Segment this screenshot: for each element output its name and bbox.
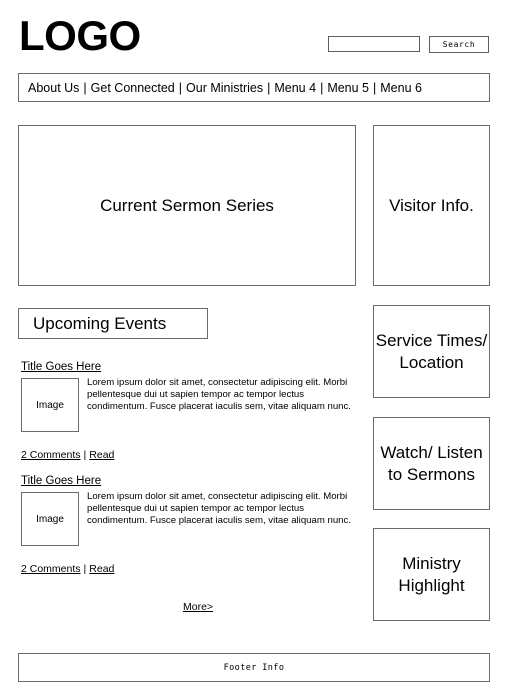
site-logo[interactable]: LOGO	[19, 13, 141, 59]
main-navigation: About Us | Get Connected | Our Ministrie…	[18, 73, 490, 102]
search-button[interactable]: Search	[429, 36, 489, 53]
nav-item-menu-5[interactable]: Menu 5	[327, 81, 369, 95]
article-body: Image Lorem ipsum dolor sit amet, consec…	[21, 377, 362, 434]
article-read-link[interactable]: Read	[89, 449, 114, 461]
current-sermon-series-banner[interactable]: Current Sermon Series	[18, 125, 356, 286]
article-thumbnail[interactable]: Image	[21, 492, 79, 546]
more-link[interactable]: More>	[183, 601, 213, 614]
nav-item-menu-6[interactable]: Menu 6	[380, 81, 422, 95]
article-comments-link[interactable]: 2 Comments	[21, 563, 81, 575]
article-read-link[interactable]: Read	[89, 563, 114, 575]
nav-separator: |	[373, 80, 377, 95]
nav-item-our-ministries[interactable]: Our Ministries	[186, 81, 263, 95]
upcoming-events-label: Upcoming Events	[33, 313, 167, 333]
sidebar-box-label: Watch/ Listen to Sermons	[380, 442, 483, 484]
wireframe-page: LOGO Search About Us | Get Connected | O…	[0, 0, 519, 684]
nav-separator: |	[267, 80, 271, 95]
article-excerpt: Lorem ipsum dolor sit amet, consectetur …	[87, 377, 351, 413]
article-meta: 2 Comments | Read	[21, 563, 114, 576]
sidebar-box-watch-listen-sermons[interactable]: Watch/ Listen to Sermons	[373, 417, 490, 510]
article-title-link[interactable]: Title Goes Here	[21, 360, 101, 374]
sidebar-box-ministry-highlight[interactable]: Ministry Highlight	[373, 528, 490, 621]
sidebar-box-label: Ministry Highlight	[398, 553, 465, 595]
footer: Footer Info	[18, 653, 490, 682]
nav-item-get-connected[interactable]: Get Connected	[91, 81, 175, 95]
nav-item-about-us[interactable]: About Us	[28, 81, 79, 95]
nav-items: About Us | Get Connected | Our Ministrie…	[28, 74, 422, 101]
article-thumbnail[interactable]: Image	[21, 378, 79, 432]
search-input[interactable]	[328, 36, 420, 52]
sidebar-box-label: Service Times/ Location	[375, 330, 488, 372]
article-comments-link[interactable]: 2 Comments	[21, 449, 81, 461]
article-meta: 2 Comments | Read	[21, 449, 114, 462]
article-thumbnail-label: Image	[36, 513, 64, 525]
nav-separator: |	[83, 80, 87, 95]
list-item: Title Goes Here Image Lorem ipsum dolor …	[21, 357, 362, 461]
hero-label: Current Sermon Series	[100, 195, 274, 215]
article-excerpt: Lorem ipsum dolor sit amet, consectetur …	[87, 491, 351, 527]
article-title-link[interactable]: Title Goes Here	[21, 474, 101, 488]
article-thumbnail-label: Image	[36, 399, 64, 411]
meta-separator: |	[83, 449, 87, 461]
nav-item-menu-4[interactable]: Menu 4	[274, 81, 316, 95]
upcoming-events-heading: Upcoming Events	[18, 308, 208, 339]
sidebar-box-visitor-info[interactable]: Visitor Info.	[373, 125, 490, 286]
list-item: Title Goes Here Image Lorem ipsum dolor …	[21, 471, 362, 575]
sidebar-box-label: Visitor Info.	[389, 195, 474, 215]
footer-label: Footer Info	[223, 662, 285, 673]
meta-separator: |	[83, 563, 87, 575]
nav-separator: |	[178, 80, 183, 95]
article-body: Image Lorem ipsum dolor sit amet, consec…	[21, 491, 362, 548]
nav-separator: |	[320, 80, 324, 95]
sidebar-box-service-times-location[interactable]: Service Times/ Location	[373, 305, 490, 398]
